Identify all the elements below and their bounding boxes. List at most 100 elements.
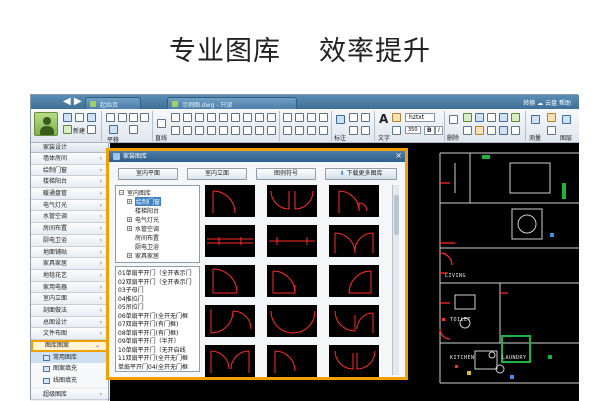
sidebar-item-plumbing[interactable]: 水管空调 › bbox=[31, 211, 108, 224]
expand-icon[interactable]: + bbox=[127, 217, 132, 222]
sidebar-sub-line-fill[interactable]: 线图填充 bbox=[31, 375, 108, 387]
sidebar-item-room-layout[interactable]: 房间布置 › bbox=[31, 223, 108, 235]
scroll-thumb[interactable] bbox=[394, 195, 399, 235]
new-button[interactable]: 新建 bbox=[73, 126, 85, 135]
line-icon[interactable] bbox=[157, 119, 166, 128]
color-icon[interactable] bbox=[475, 126, 484, 135]
text-style-icon[interactable] bbox=[392, 113, 401, 122]
lengthen-icon[interactable] bbox=[319, 126, 328, 135]
sidebar-item-rugs-flowers[interactable]: 地毯花艺 › bbox=[31, 269, 108, 282]
area-icon[interactable] bbox=[499, 126, 508, 135]
sidebar-item-heating[interactable]: 暖通盘管 › bbox=[31, 188, 108, 200]
expand-icon[interactable]: + bbox=[127, 199, 132, 204]
dimension-icon[interactable] bbox=[336, 115, 345, 124]
hatch-icon[interactable] bbox=[243, 113, 252, 122]
angle-dim-icon[interactable] bbox=[349, 126, 358, 135]
spline-icon[interactable] bbox=[231, 113, 240, 122]
door-thumbnail[interactable] bbox=[329, 265, 379, 297]
point-icon[interactable] bbox=[255, 113, 264, 122]
chamfer-icon[interactable] bbox=[295, 113, 304, 122]
sidebar-item-section[interactable]: 剖面做法 › bbox=[31, 304, 108, 317]
aligned-dim-icon[interactable] bbox=[361, 113, 370, 122]
tab-interior-elevation[interactable]: 室内立面 bbox=[187, 168, 247, 180]
rotate-icon[interactable] bbox=[231, 126, 240, 135]
break-icon[interactable] bbox=[307, 113, 316, 122]
door-thumbnail[interactable] bbox=[205, 305, 255, 337]
tab-interior-plan[interactable]: 室内平面 bbox=[118, 168, 178, 180]
sidebar-item-furniture[interactable]: 家具家居 › bbox=[31, 258, 108, 270]
radius-dim-icon[interactable] bbox=[361, 126, 370, 135]
rect-icon[interactable] bbox=[207, 113, 216, 122]
polyline-icon[interactable] bbox=[171, 113, 180, 122]
tree-node-room-layout[interactable]: 房间布置 bbox=[135, 233, 159, 242]
hand-icon[interactable] bbox=[109, 125, 118, 134]
sidebar-item-site-plan[interactable]: 总图设计 › bbox=[31, 316, 108, 329]
sidebar-item-kitchen-bath[interactable]: 厨电卫浴 › bbox=[31, 234, 108, 247]
layer-manager-icon[interactable] bbox=[562, 115, 571, 124]
array-icon[interactable] bbox=[207, 126, 216, 135]
delete-icon[interactable] bbox=[449, 115, 458, 124]
door-thumbnail[interactable] bbox=[267, 265, 317, 297]
door-thumbnail[interactable] bbox=[267, 345, 317, 377]
tab-legend-symbols[interactable]: 图例符号 bbox=[256, 168, 316, 180]
expand-icon[interactable]: + bbox=[127, 253, 132, 258]
fillet-icon[interactable] bbox=[283, 113, 292, 122]
door-thumbnail[interactable] bbox=[267, 305, 317, 337]
dist-icon[interactable] bbox=[547, 126, 556, 135]
print-icon[interactable] bbox=[87, 125, 96, 134]
undo-icon[interactable] bbox=[106, 113, 115, 122]
layer-freeze-icon[interactable] bbox=[475, 113, 484, 122]
copy-icon[interactable] bbox=[171, 126, 180, 135]
arc-icon[interactable] bbox=[183, 113, 192, 122]
sidebar-item-super-library[interactable]: 超级图库 › bbox=[31, 388, 108, 401]
sidebar-item-library[interactable]: 图库图案 ⌄ bbox=[31, 340, 108, 352]
match-prop-icon[interactable] bbox=[463, 126, 472, 135]
door-thumbnail[interactable] bbox=[267, 225, 317, 257]
door-thumbnail[interactable] bbox=[267, 185, 317, 217]
trim-icon[interactable] bbox=[255, 126, 264, 135]
zoom-out-icon[interactable] bbox=[129, 125, 138, 134]
scale-icon[interactable] bbox=[243, 126, 252, 135]
italic-button[interactable]: I bbox=[435, 126, 443, 135]
redo-icon[interactable] bbox=[118, 113, 127, 122]
layer-lock-icon[interactable] bbox=[487, 113, 496, 122]
text-button[interactable]: 文字 bbox=[378, 133, 390, 142]
expand-icon[interactable]: + bbox=[127, 226, 132, 231]
measure-icon[interactable] bbox=[531, 115, 540, 124]
zoom-window-icon[interactable] bbox=[140, 113, 149, 122]
new-icon[interactable] bbox=[63, 125, 72, 134]
tab-drawing[interactable]: 示例图.dwg - 只读 bbox=[167, 97, 297, 109]
join-icon[interactable] bbox=[295, 126, 304, 135]
door-thumbnail[interactable] bbox=[329, 185, 379, 217]
sidebar-item-appliances[interactable]: 家用电器 › bbox=[31, 281, 108, 294]
linetype-icon[interactable] bbox=[487, 126, 496, 135]
text-icon[interactable]: A bbox=[379, 112, 388, 126]
linear-dim-icon[interactable] bbox=[349, 113, 358, 122]
door-thumbnail[interactable] bbox=[205, 265, 255, 297]
move-icon[interactable] bbox=[219, 126, 228, 135]
stretch-icon[interactable] bbox=[283, 126, 292, 135]
layer-on-icon[interactable] bbox=[463, 113, 472, 122]
size-select[interactable]: 350 bbox=[405, 126, 421, 134]
door-thumbnail[interactable] bbox=[329, 225, 379, 257]
open-icon[interactable] bbox=[63, 113, 72, 122]
tab-start-page[interactable]: 起始页 bbox=[85, 97, 141, 109]
sidebar-item-flooring[interactable]: 地面铺贴 › bbox=[31, 246, 108, 259]
insert-icon[interactable] bbox=[511, 113, 520, 122]
align-icon[interactable] bbox=[307, 126, 316, 135]
sidebar-sub-pattern-fill[interactable]: 图案填充 bbox=[31, 363, 108, 376]
offset-icon[interactable] bbox=[195, 126, 204, 135]
tree-node-plumbing[interactable]: 水管空调 bbox=[135, 224, 159, 233]
explode-icon[interactable] bbox=[319, 113, 328, 122]
layer-button[interactable]: 图层 bbox=[560, 133, 572, 142]
bold-button[interactable]: B bbox=[424, 126, 435, 135]
sidebar-item-file-layout[interactable]: 文件布图 › bbox=[31, 328, 108, 340]
tree-node-stairs[interactable]: 楼梯阳台 bbox=[135, 206, 159, 215]
list-icon[interactable] bbox=[511, 126, 520, 135]
tree-node-furniture[interactable]: 家具家居 bbox=[135, 251, 159, 260]
block-icon[interactable] bbox=[499, 113, 508, 122]
text-edit-icon[interactable] bbox=[392, 126, 401, 135]
thumbnail-scrollbar[interactable] bbox=[392, 185, 399, 375]
close-icon[interactable]: × bbox=[395, 151, 402, 161]
zoom-in-icon[interactable] bbox=[129, 113, 138, 122]
